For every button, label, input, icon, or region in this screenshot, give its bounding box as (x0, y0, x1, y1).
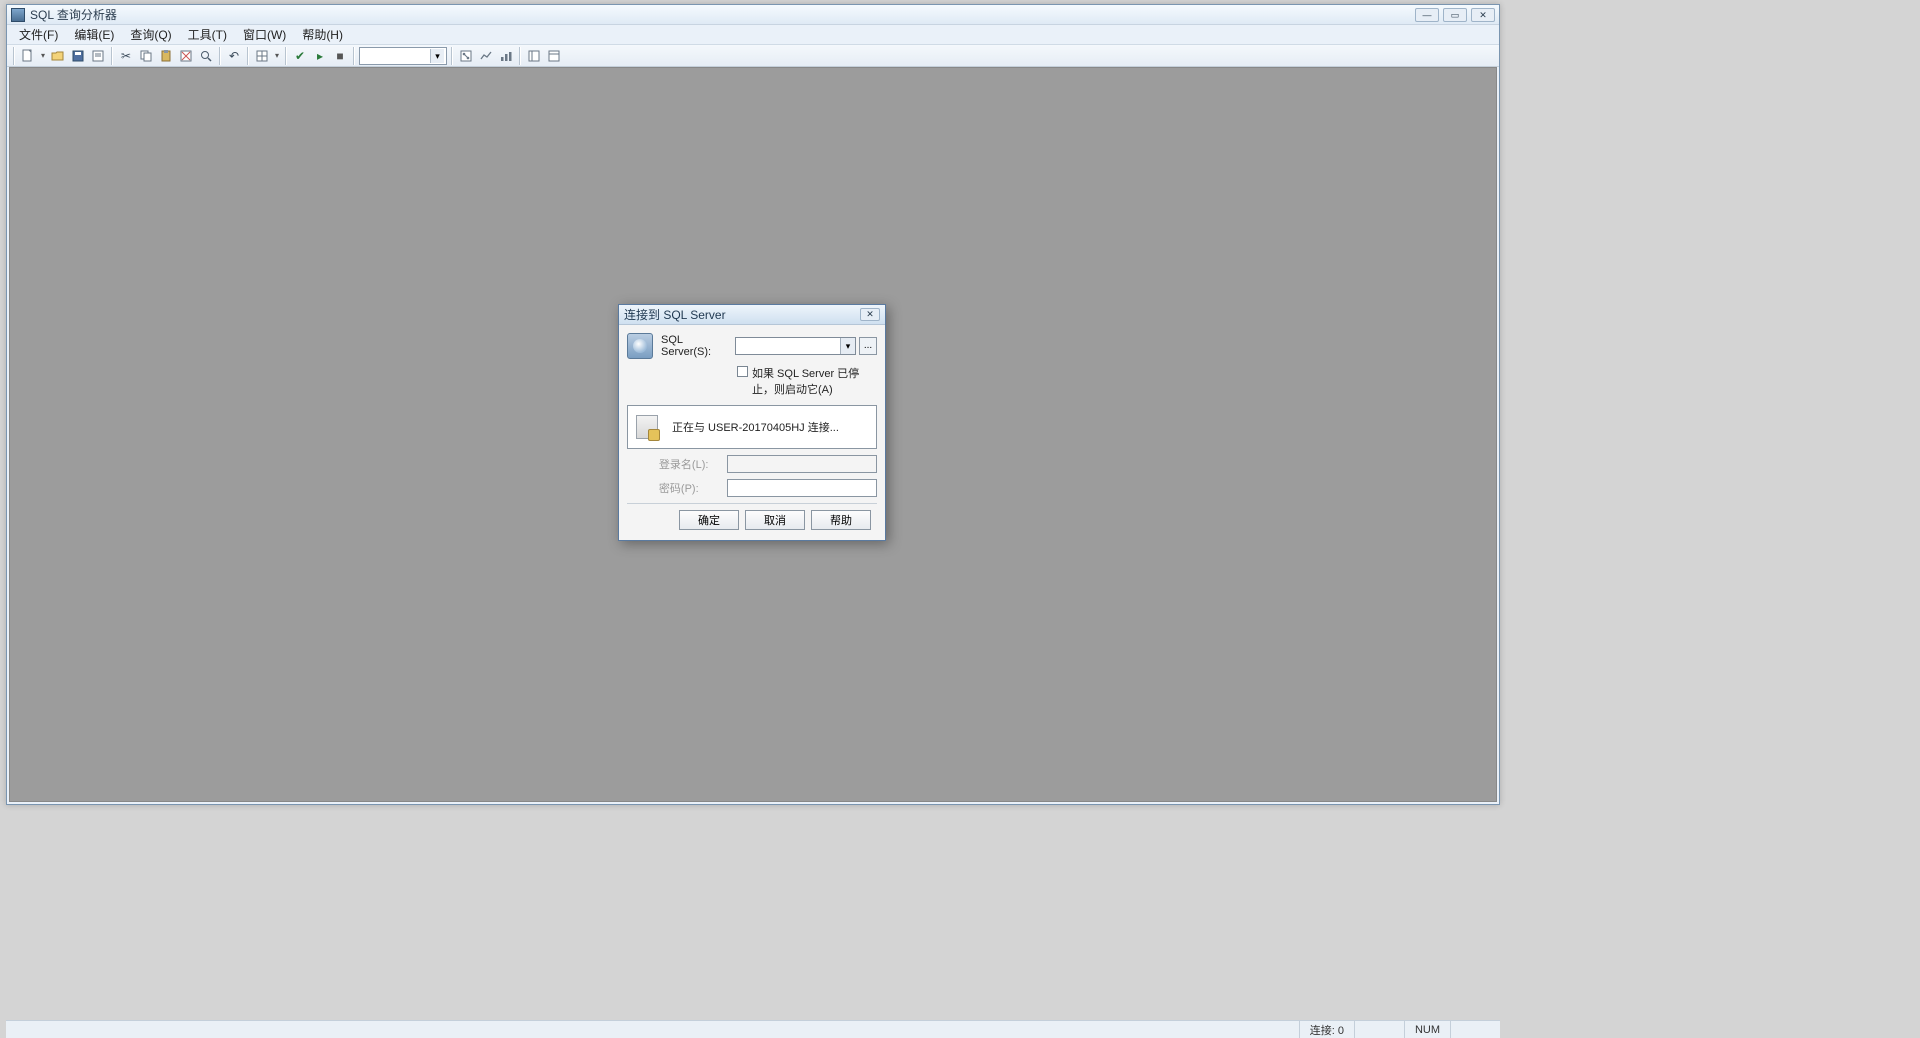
server-label: SQL Server(S): (661, 334, 735, 358)
login-label: 登录名(L): (659, 456, 727, 472)
open-folder-icon (51, 49, 65, 63)
clear-window-button[interactable] (177, 47, 195, 65)
connection-hourglass-icon (636, 415, 658, 439)
cancel-execute-button[interactable]: ■ (331, 47, 349, 65)
app-icon (11, 8, 25, 22)
login-row: 登录名(L): (627, 455, 877, 473)
connection-status-panel: 正在与 USER-20170405HJ 连接... (627, 405, 877, 449)
object-browser-button[interactable] (525, 47, 543, 65)
server-globe-icon (627, 333, 653, 359)
menu-edit[interactable]: 编辑(E) (68, 24, 120, 45)
menubar: 文件(F) 编辑(E) 查询(Q) 工具(T) 窗口(W) 帮助(H) (7, 25, 1499, 45)
object-search-icon (547, 49, 561, 63)
status-empty-1 (1354, 1021, 1404, 1038)
new-file-icon (21, 49, 35, 63)
window-controls: — ▭ ✕ (1415, 8, 1495, 22)
find-icon (199, 49, 213, 63)
open-file-button[interactable] (49, 47, 67, 65)
find-button[interactable] (197, 47, 215, 65)
statusbar: 连接: 0 NUM (6, 1020, 1500, 1038)
autostart-checkbox[interactable] (737, 366, 748, 377)
dialog-buttons: 确定 取消 帮助 (627, 503, 877, 530)
show-server-trace-button[interactable] (477, 47, 495, 65)
object-search-button[interactable] (545, 47, 563, 65)
toolbar-separator (111, 47, 113, 65)
browse-server-button[interactable]: ... (859, 337, 877, 355)
execute-mode-button[interactable] (253, 47, 271, 65)
grid-mode-icon (255, 49, 269, 63)
menu-window[interactable]: 窗口(W) (237, 24, 292, 45)
minimize-button[interactable]: — (1415, 8, 1439, 22)
connect-dialog: 连接到 SQL Server ✕ SQL Server(S): ▾ ... 如果… (618, 304, 886, 541)
chevron-down-icon: ▾ (430, 49, 444, 63)
toolbar: ✂ ↶ ✔ ▸ ■ ▾ (7, 45, 1499, 67)
dialog-body: SQL Server(S): ▾ ... 如果 SQL Server 已停止，则… (619, 325, 885, 540)
chevron-down-icon: ▾ (840, 338, 855, 354)
help-button[interactable]: 帮助 (811, 510, 871, 530)
undo-button[interactable]: ↶ (225, 47, 243, 65)
password-row: 密码(P): (627, 479, 877, 497)
window-title: SQL 查询分析器 (30, 6, 117, 23)
check-icon: ✔ (295, 50, 305, 62)
status-empty-2 (1450, 1021, 1500, 1038)
play-icon: ▸ (317, 50, 323, 62)
database-combo[interactable]: ▾ (359, 47, 447, 65)
new-query-button[interactable] (19, 47, 37, 65)
cut-icon: ✂ (121, 50, 131, 62)
new-query-dropdown[interactable] (39, 47, 47, 65)
toolbar-separator (285, 47, 287, 65)
show-client-statistics-button[interactable] (497, 47, 515, 65)
titlebar[interactable]: SQL 查询分析器 — ▭ ✕ (7, 5, 1499, 25)
save-icon (71, 49, 85, 63)
object-browser-icon (527, 49, 541, 63)
copy-button[interactable] (137, 47, 155, 65)
paste-icon (159, 49, 173, 63)
toolbar-separator (451, 47, 453, 65)
toolbar-separator (247, 47, 249, 65)
dialog-close-button[interactable]: ✕ (860, 308, 880, 321)
execute-button[interactable]: ▸ (311, 47, 329, 65)
close-button[interactable]: ✕ (1471, 8, 1495, 22)
menu-query[interactable]: 查询(Q) (124, 24, 177, 45)
stop-icon: ■ (336, 50, 343, 62)
toolbar-separator (353, 47, 355, 65)
undo-icon: ↶ (229, 50, 239, 62)
paste-button[interactable] (157, 47, 175, 65)
cancel-button[interactable]: 取消 (745, 510, 805, 530)
copy-icon (139, 49, 153, 63)
password-label: 密码(P): (659, 480, 727, 496)
menu-help[interactable]: 帮助(H) (296, 24, 349, 45)
menu-file[interactable]: 文件(F) (13, 24, 64, 45)
save-button[interactable] (69, 47, 87, 65)
maximize-button[interactable]: ▭ (1443, 8, 1467, 22)
cut-button[interactable]: ✂ (117, 47, 135, 65)
toolbar-separator (219, 47, 221, 65)
toolbar-separator (519, 47, 521, 65)
server-row: SQL Server(S): ▾ ... (627, 333, 877, 359)
autostart-row: 如果 SQL Server 已停止，则启动它(A) (627, 365, 877, 397)
show-execution-plan-button[interactable] (457, 47, 475, 65)
connection-status-text: 正在与 USER-20170405HJ 连接... (672, 419, 839, 435)
autostart-label: 如果 SQL Server 已停止，则启动它(A) (752, 365, 877, 397)
stats-icon (499, 49, 513, 63)
template-icon (91, 49, 105, 63)
status-connections: 连接: 0 (1299, 1021, 1354, 1038)
execute-mode-dropdown[interactable] (273, 47, 281, 65)
trace-icon (479, 49, 493, 63)
menu-tools[interactable]: 工具(T) (182, 24, 233, 45)
clear-icon (179, 49, 193, 63)
status-num-lock: NUM (1404, 1021, 1450, 1038)
login-input[interactable] (727, 455, 877, 473)
insert-template-button[interactable] (89, 47, 107, 65)
toolbar-separator (13, 47, 15, 65)
password-input[interactable] (727, 479, 877, 497)
dialog-titlebar[interactable]: 连接到 SQL Server ✕ (619, 305, 885, 325)
plan-icon (459, 49, 473, 63)
dialog-title: 连接到 SQL Server (624, 306, 726, 323)
parse-button[interactable]: ✔ (291, 47, 309, 65)
ok-button[interactable]: 确定 (679, 510, 739, 530)
server-combo[interactable]: ▾ (735, 337, 856, 355)
